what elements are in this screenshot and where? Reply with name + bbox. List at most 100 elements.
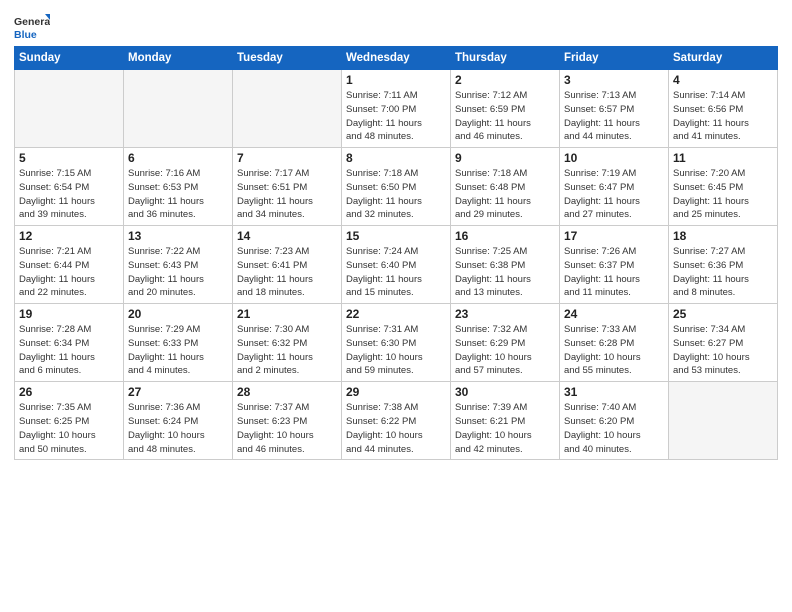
calendar-cell: 22 Sunrise: 7:31 AM Sunset: 6:30 PM Dayli… <box>342 304 451 382</box>
day-number: 1 <box>346 73 446 87</box>
day-info: Sunrise: 7:13 AM Sunset: 6:57 PM Dayligh… <box>564 89 664 144</box>
calendar-cell <box>669 382 778 460</box>
calendar-cell: 27 Sunrise: 7:36 AM Sunset: 6:24 PM Dayli… <box>124 382 233 460</box>
day-info: Sunrise: 7:32 AM Sunset: 6:29 PM Dayligh… <box>455 323 555 378</box>
day-number: 18 <box>673 229 773 243</box>
calendar-cell: 1 Sunrise: 7:11 AM Sunset: 7:00 PM Daylig… <box>342 70 451 148</box>
calendar-cell: 2 Sunrise: 7:12 AM Sunset: 6:59 PM Daylig… <box>451 70 560 148</box>
day-info: Sunrise: 7:11 AM Sunset: 7:00 PM Dayligh… <box>346 89 446 144</box>
calendar-cell: 26 Sunrise: 7:35 AM Sunset: 6:25 PM Dayli… <box>15 382 124 460</box>
day-number: 10 <box>564 151 664 165</box>
calendar-cell: 7 Sunrise: 7:17 AM Sunset: 6:51 PM Daylig… <box>233 148 342 226</box>
day-number: 7 <box>237 151 337 165</box>
day-number: 4 <box>673 73 773 87</box>
day-number: 30 <box>455 385 555 399</box>
day-number: 22 <box>346 307 446 321</box>
calendar-cell: 17 Sunrise: 7:26 AM Sunset: 6:37 PM Dayli… <box>560 226 669 304</box>
day-number: 2 <box>455 73 555 87</box>
day-info: Sunrise: 7:27 AM Sunset: 6:36 PM Dayligh… <box>673 245 773 300</box>
day-number: 15 <box>346 229 446 243</box>
calendar-table: SundayMondayTuesdayWednesdayThursdayFrid… <box>14 46 778 460</box>
day-info: Sunrise: 7:26 AM Sunset: 6:37 PM Dayligh… <box>564 245 664 300</box>
day-number: 31 <box>564 385 664 399</box>
calendar-cell: 10 Sunrise: 7:19 AM Sunset: 6:47 PM Dayli… <box>560 148 669 226</box>
day-info: Sunrise: 7:24 AM Sunset: 6:40 PM Dayligh… <box>346 245 446 300</box>
day-number: 24 <box>564 307 664 321</box>
calendar-cell: 16 Sunrise: 7:25 AM Sunset: 6:38 PM Dayli… <box>451 226 560 304</box>
day-info: Sunrise: 7:39 AM Sunset: 6:21 PM Dayligh… <box>455 401 555 456</box>
day-info: Sunrise: 7:14 AM Sunset: 6:56 PM Dayligh… <box>673 89 773 144</box>
calendar-cell: 30 Sunrise: 7:39 AM Sunset: 6:21 PM Dayli… <box>451 382 560 460</box>
day-number: 14 <box>237 229 337 243</box>
day-info: Sunrise: 7:35 AM Sunset: 6:25 PM Dayligh… <box>19 401 119 456</box>
day-info: Sunrise: 7:36 AM Sunset: 6:24 PM Dayligh… <box>128 401 228 456</box>
day-info: Sunrise: 7:40 AM Sunset: 6:20 PM Dayligh… <box>564 401 664 456</box>
day-info: Sunrise: 7:23 AM Sunset: 6:41 PM Dayligh… <box>237 245 337 300</box>
calendar-week-row: 19Sunrise: 7:28 AM Sunset: 6:34 PM Dayli… <box>15 304 778 382</box>
day-number: 29 <box>346 385 446 399</box>
day-number: 5 <box>19 151 119 165</box>
day-info: Sunrise: 7:38 AM Sunset: 6:22 PM Dayligh… <box>346 401 446 456</box>
calendar-cell: 19Sunrise: 7:28 AM Sunset: 6:34 PM Dayli… <box>15 304 124 382</box>
logo: General Blue <box>14 12 50 42</box>
weekday-header-cell: Monday <box>124 47 233 70</box>
day-info: Sunrise: 7:16 AM Sunset: 6:53 PM Dayligh… <box>128 167 228 222</box>
calendar-cell: 18 Sunrise: 7:27 AM Sunset: 6:36 PM Dayli… <box>669 226 778 304</box>
day-number: 21 <box>237 307 337 321</box>
svg-text:General: General <box>14 16 50 28</box>
day-info: Sunrise: 7:18 AM Sunset: 6:50 PM Dayligh… <box>346 167 446 222</box>
day-info: Sunrise: 7:15 AM Sunset: 6:54 PM Dayligh… <box>19 167 119 222</box>
day-number: 17 <box>564 229 664 243</box>
day-number: 16 <box>455 229 555 243</box>
day-info: Sunrise: 7:25 AM Sunset: 6:38 PM Dayligh… <box>455 245 555 300</box>
day-info: Sunrise: 7:29 AM Sunset: 6:33 PM Dayligh… <box>128 323 228 378</box>
weekday-header-cell: Thursday <box>451 47 560 70</box>
day-number: 9 <box>455 151 555 165</box>
day-info: Sunrise: 7:33 AM Sunset: 6:28 PM Dayligh… <box>564 323 664 378</box>
svg-text:Blue: Blue <box>14 29 37 41</box>
day-info: Sunrise: 7:12 AM Sunset: 6:59 PM Dayligh… <box>455 89 555 144</box>
calendar-week-row: 12Sunrise: 7:21 AM Sunset: 6:44 PM Dayli… <box>15 226 778 304</box>
day-number: 27 <box>128 385 228 399</box>
weekday-header-cell: Friday <box>560 47 669 70</box>
day-number: 28 <box>237 385 337 399</box>
day-info: Sunrise: 7:20 AM Sunset: 6:45 PM Dayligh… <box>673 167 773 222</box>
calendar-cell: 11 Sunrise: 7:20 AM Sunset: 6:45 PM Dayli… <box>669 148 778 226</box>
calendar-cell: 9 Sunrise: 7:18 AM Sunset: 6:48 PM Daylig… <box>451 148 560 226</box>
day-number: 25 <box>673 307 773 321</box>
day-info: Sunrise: 7:18 AM Sunset: 6:48 PM Dayligh… <box>455 167 555 222</box>
day-number: 19 <box>19 307 119 321</box>
header: General Blue <box>14 10 778 42</box>
calendar-cell: 29 Sunrise: 7:38 AM Sunset: 6:22 PM Dayli… <box>342 382 451 460</box>
day-info: Sunrise: 7:19 AM Sunset: 6:47 PM Dayligh… <box>564 167 664 222</box>
calendar-cell: 21 Sunrise: 7:30 AM Sunset: 6:32 PM Dayli… <box>233 304 342 382</box>
weekday-header-cell: Wednesday <box>342 47 451 70</box>
calendar-week-row: 1 Sunrise: 7:11 AM Sunset: 7:00 PM Daylig… <box>15 70 778 148</box>
day-info: Sunrise: 7:34 AM Sunset: 6:27 PM Dayligh… <box>673 323 773 378</box>
day-info: Sunrise: 7:17 AM Sunset: 6:51 PM Dayligh… <box>237 167 337 222</box>
calendar-cell: 5 Sunrise: 7:15 AM Sunset: 6:54 PM Daylig… <box>15 148 124 226</box>
calendar-cell: 15 Sunrise: 7:24 AM Sunset: 6:40 PM Dayli… <box>342 226 451 304</box>
calendar-cell: 13Sunrise: 7:22 AM Sunset: 6:43 PM Dayli… <box>124 226 233 304</box>
calendar-cell: 31 Sunrise: 7:40 AM Sunset: 6:20 PM Dayli… <box>560 382 669 460</box>
calendar-cell: 20 Sunrise: 7:29 AM Sunset: 6:33 PM Dayli… <box>124 304 233 382</box>
calendar-cell: 3 Sunrise: 7:13 AM Sunset: 6:57 PM Daylig… <box>560 70 669 148</box>
day-info: Sunrise: 7:21 AM Sunset: 6:44 PM Dayligh… <box>19 245 119 300</box>
calendar-cell: 24 Sunrise: 7:33 AM Sunset: 6:28 PM Dayli… <box>560 304 669 382</box>
day-number: 3 <box>564 73 664 87</box>
day-number: 13 <box>128 229 228 243</box>
day-info: Sunrise: 7:31 AM Sunset: 6:30 PM Dayligh… <box>346 323 446 378</box>
calendar-cell: 8 Sunrise: 7:18 AM Sunset: 6:50 PM Daylig… <box>342 148 451 226</box>
day-number: 20 <box>128 307 228 321</box>
calendar-cell: 12Sunrise: 7:21 AM Sunset: 6:44 PM Dayli… <box>15 226 124 304</box>
calendar-cell <box>15 70 124 148</box>
day-info: Sunrise: 7:37 AM Sunset: 6:23 PM Dayligh… <box>237 401 337 456</box>
calendar-cell: 6Sunrise: 7:16 AM Sunset: 6:53 PM Daylig… <box>124 148 233 226</box>
day-info: Sunrise: 7:30 AM Sunset: 6:32 PM Dayligh… <box>237 323 337 378</box>
calendar-cell <box>124 70 233 148</box>
day-number: 26 <box>19 385 119 399</box>
weekday-header-row: SundayMondayTuesdayWednesdayThursdayFrid… <box>15 47 778 70</box>
logo-svg: General Blue <box>14 12 50 42</box>
day-number: 8 <box>346 151 446 165</box>
day-number: 11 <box>673 151 773 165</box>
